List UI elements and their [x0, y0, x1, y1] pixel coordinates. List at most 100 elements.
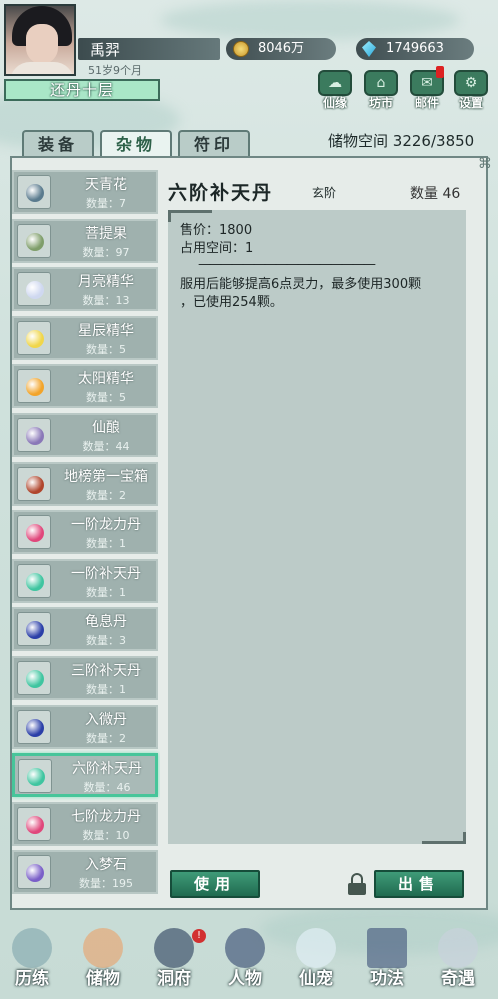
- pill-icon: [26, 621, 44, 640]
- sun-icon: [26, 378, 44, 397]
- item-row[interactable]: 地榜第一宝箱 数量：2: [12, 461, 158, 506]
- nav-storage[interactable]: 储物: [73, 924, 133, 996]
- item-row[interactable]: 龟息丹 数量：3: [12, 607, 158, 652]
- item-icon-frame: [17, 418, 51, 452]
- item-row[interactable]: 三阶补天丹数量：1: [12, 656, 158, 700]
- pill-icon: [26, 718, 44, 737]
- item-name: 仙酿: [92, 420, 120, 436]
- sell-button[interactable]: 出售: [374, 870, 464, 898]
- item-row[interactable]: 太阳精华数量：5: [12, 364, 158, 409]
- avatar[interactable]: [4, 4, 76, 76]
- fate-icon: ☁: [318, 70, 352, 96]
- scroll-icon: [367, 928, 407, 968]
- item-name: 一阶龙力丹: [71, 517, 141, 534]
- item-qty: 数量：1: [86, 683, 126, 696]
- item-row[interactable]: 月亮精华 数量：13: [12, 267, 158, 312]
- item-qty: 数量：5: [86, 391, 126, 405]
- fate-label: 仙缘: [322, 96, 347, 110]
- item-icon-frame: [17, 515, 51, 550]
- item-title: 六阶补天丹: [168, 182, 274, 204]
- item-name: 太阳精华: [78, 371, 134, 388]
- item-list[interactable]: 天青花 数量：7 菩提果 数量：97 月亮精华 数量：13 星辰精华 数量：5 太阳精华 数量：5…: [12, 170, 160, 910]
- tab-misc[interactable]: 杂物: [100, 130, 172, 158]
- bag-icon: [83, 928, 123, 968]
- nav-adventure[interactable]: 奇遇: [428, 924, 488, 996]
- item-icon-frame: [17, 806, 51, 841]
- item-icon-frame: [17, 709, 51, 744]
- person-icon: [225, 928, 265, 968]
- item-effect-line-1: 服用后能够提高6点灵力，最多使用300颗: [180, 277, 422, 292]
- item-qty: 数量：5: [86, 342, 126, 356]
- item-row[interactable]: 一阶补天丹数量：1: [12, 558, 158, 603]
- pill-icon: [27, 768, 45, 787]
- item-row[interactable]: 菩提果 数量：97: [12, 218, 158, 263]
- item-icon-frame: [17, 272, 51, 307]
- item-quantity: 数量 46: [410, 186, 461, 202]
- dream-stone-icon: [26, 864, 44, 883]
- item-qty: 数量：7: [86, 197, 126, 210]
- item-row[interactable]: 天青花数量：7: [12, 170, 158, 214]
- item-row[interactable]: 七阶龙力丹 数量：10: [12, 801, 158, 846]
- market-icon: ⌂: [364, 70, 398, 96]
- item-name: 一阶补天丹: [71, 565, 141, 582]
- nav-training-label: 历练: [15, 969, 49, 989]
- nav-character[interactable]: 人物: [215, 924, 275, 996]
- fate-button[interactable]: ☁ 仙缘: [316, 70, 354, 114]
- coin-value: 8046万: [257, 41, 305, 56]
- mail-button[interactable]: ✉ 邮件: [408, 66, 446, 114]
- player-age: 51岁9个月: [88, 64, 142, 77]
- item-name: 星辰精华: [78, 322, 134, 339]
- settings-icon: ⚙: [454, 70, 488, 96]
- tab-talisman[interactable]: 符印: [178, 130, 250, 158]
- pill-icon: [26, 572, 44, 591]
- item-name: 地榜第一宝箱: [64, 468, 148, 485]
- market-label: 坊市: [368, 96, 393, 110]
- item-name: 菩提果: [85, 225, 127, 242]
- ghost-icon: [296, 928, 336, 968]
- corner-ornament-icon: ⌘: [478, 156, 492, 172]
- item-row[interactable]: 入梦石 数量：195: [12, 850, 158, 895]
- item-description-box: 售价：1800 占用空间：1 ———————————————— 服用后能够提高6…: [168, 210, 466, 844]
- mail-label: 邮件: [414, 96, 439, 110]
- item-name: 三阶补天丹: [71, 663, 141, 679]
- mail-alert-icon: [436, 66, 444, 78]
- item-icon-frame: [17, 369, 51, 404]
- lock-icon[interactable]: [348, 873, 366, 895]
- storage-label: 储物空间: [328, 132, 389, 150]
- storage-space: 储物空间 3226/3850: [328, 130, 474, 151]
- item-qty: 数量：1: [86, 537, 126, 551]
- item-row[interactable]: 星辰精华数量：5: [12, 315, 158, 360]
- item-icon-frame: [17, 320, 51, 355]
- bottom-nav: 历练 储物 洞府 人物 仙宠 功法 奇遇: [0, 924, 498, 999]
- nav-skills[interactable]: 功法: [357, 924, 417, 996]
- description-divider: ————————————————: [198, 257, 376, 272]
- item-icon-frame: [17, 612, 51, 647]
- use-button[interactable]: 使用: [170, 870, 260, 898]
- moon-icon: [26, 281, 44, 300]
- pagoda-icon: [154, 928, 194, 968]
- realm-badge: 还丹十层: [4, 79, 160, 101]
- item-row[interactable]: 入微丹 数量：2: [12, 704, 158, 749]
- item-row[interactable]: 仙酿数量：44: [12, 413, 158, 457]
- market-button[interactable]: ⌂ 坊市: [362, 70, 400, 114]
- item-price: 售价：1800: [180, 223, 253, 238]
- item-name: 入微丹: [85, 711, 127, 728]
- item-row[interactable]: 六阶补天丹 数量：46: [12, 753, 158, 798]
- nav-pet[interactable]: 仙宠: [286, 924, 346, 996]
- item-name: 六阶补天丹: [72, 761, 142, 778]
- settings-label: 设置: [458, 96, 483, 110]
- item-name: 天青花: [85, 177, 127, 193]
- item-icon-frame: [17, 661, 51, 695]
- coin-icon: [233, 41, 249, 57]
- item-qty: 数量：44: [82, 440, 130, 453]
- settings-button[interactable]: ⚙ 设置: [452, 70, 490, 114]
- item-qty: 数量：3: [86, 634, 126, 648]
- mountain-icon: [12, 928, 52, 968]
- star-icon: [26, 329, 44, 348]
- tab-equipment[interactable]: 装备: [22, 130, 94, 158]
- item-qty: 数量：2: [86, 488, 126, 502]
- item-icon-frame: [17, 223, 51, 258]
- item-qty: 数量：1: [86, 585, 126, 599]
- item-row[interactable]: 一阶龙力丹数量：1: [12, 510, 158, 555]
- nav-training[interactable]: 历练: [2, 924, 62, 996]
